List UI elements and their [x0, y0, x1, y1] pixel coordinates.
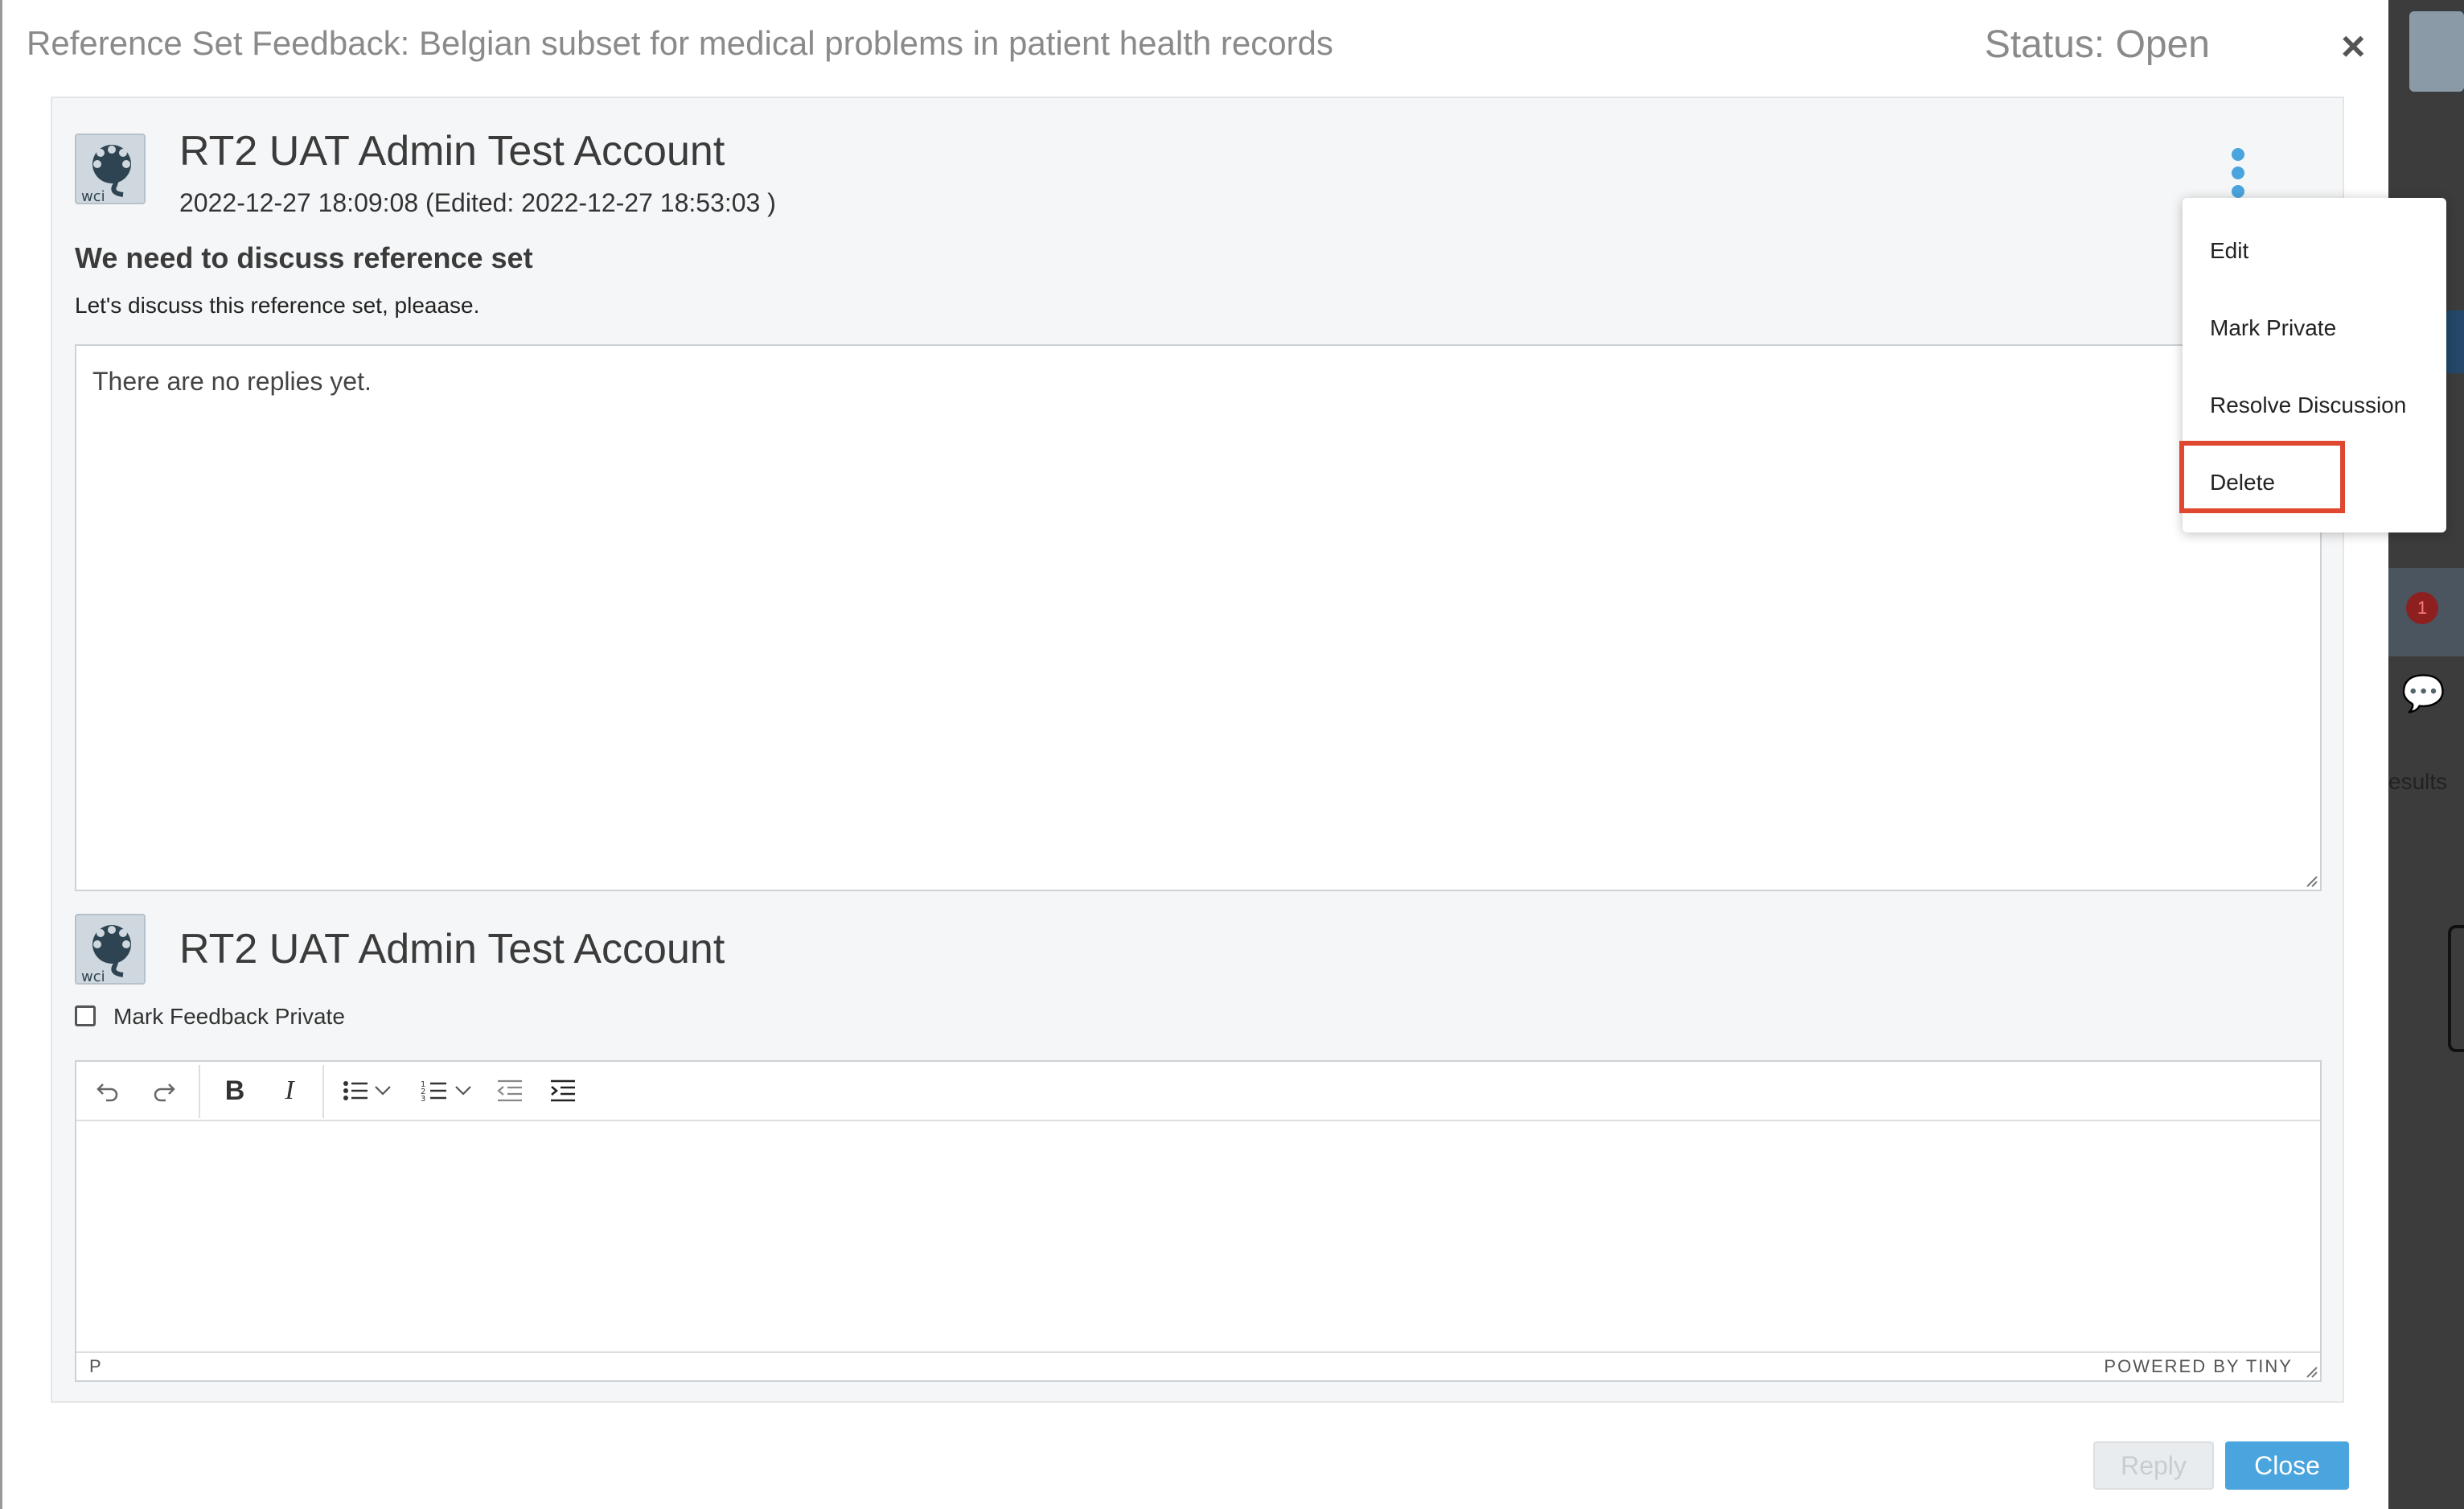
editor-toolbar: B I 123	[76, 1062, 2320, 1121]
avatar: wci	[75, 134, 146, 204]
mark-private-label[interactable]: Mark Feedback Private	[113, 1004, 345, 1030]
svg-text:wci: wci	[81, 968, 105, 985]
options-menu: Edit Mark Private Resolve Discussion Del…	[2183, 198, 2446, 532]
replies-box: There are no replies yet.	[75, 344, 2322, 891]
italic-icon[interactable]: I	[269, 1071, 310, 1110]
bold-icon[interactable]: B	[215, 1071, 255, 1110]
feedback-modal: Reference Set Feedback: Belgian subset f…	[0, 0, 2388, 1509]
more-options-icon[interactable]	[2230, 146, 2246, 199]
svg-text:3: 3	[421, 1095, 425, 1104]
background-text: esults	[2388, 769, 2448, 794]
comment-body: Let's discuss this reference set, pleaas…	[75, 293, 480, 318]
editor-statusbar: P POWERED BY TINY	[76, 1351, 2320, 1380]
reply-button[interactable]: Reply	[2093, 1441, 2214, 1490]
menu-item-delete[interactable]: Delete	[2210, 470, 2275, 495]
resize-handle-icon[interactable]	[2304, 1364, 2318, 1379]
feedback-panel: wci RT2 UAT Admin Test Account 2022-12-2…	[51, 97, 2344, 1403]
close-button[interactable]: Close	[2225, 1441, 2349, 1490]
comment-author: RT2 UAT Admin Test Account	[179, 128, 725, 175]
element-path[interactable]: P	[89, 1356, 101, 1377]
comment-heading: We need to discuss reference set	[75, 241, 533, 274]
editor-text-area[interactable]	[76, 1121, 2320, 1353]
rich-text-editor: B I 123 P POWERED BY TINY	[75, 1060, 2322, 1382]
bullet-list-icon[interactable]	[335, 1071, 376, 1110]
wci-logo-icon: wci	[81, 925, 131, 985]
reply-author: RT2 UAT Admin Test Account	[179, 926, 725, 972]
no-replies-text: There are no replies yet.	[92, 367, 372, 396]
wci-logo-icon: wci	[81, 145, 131, 204]
mark-private-checkbox[interactable]	[75, 1005, 96, 1026]
comment-timestamp: 2022-12-27 18:09:08 (Edited: 2022-12-27 …	[179, 188, 776, 217]
undo-icon[interactable]	[88, 1071, 128, 1110]
outdent-icon[interactable]	[490, 1071, 530, 1110]
close-icon[interactable]: ×	[2341, 23, 2365, 71]
status-label: Status: Open	[1984, 23, 2210, 66]
menu-item-resolve-discussion[interactable]: Resolve Discussion	[2210, 393, 2406, 418]
chevron-down-icon[interactable]	[371, 1071, 395, 1110]
svg-text:wci: wci	[81, 188, 105, 204]
redo-icon[interactable]	[144, 1071, 184, 1110]
modal-title: Reference Set Feedback: Belgian subset f…	[27, 24, 1333, 62]
menu-item-mark-private[interactable]: Mark Private	[2210, 315, 2336, 341]
background-logo	[2409, 11, 2464, 92]
menu-item-edit[interactable]: Edit	[2210, 238, 2248, 264]
resize-handle-icon[interactable]	[2304, 874, 2318, 888]
indent-icon[interactable]	[543, 1071, 583, 1110]
reply-avatar: wci	[75, 914, 146, 985]
chat-icon: 💬	[2401, 674, 2446, 713]
notification-badge: 1	[2406, 592, 2438, 624]
toolbar-separator	[199, 1065, 200, 1118]
powered-by-tiny[interactable]: POWERED BY TINY	[2104, 1356, 2293, 1377]
toolbar-separator	[322, 1065, 324, 1118]
chevron-down-icon[interactable]	[451, 1071, 475, 1110]
numbered-list-icon[interactable]: 123	[414, 1071, 454, 1110]
background-handle	[2448, 925, 2464, 1052]
